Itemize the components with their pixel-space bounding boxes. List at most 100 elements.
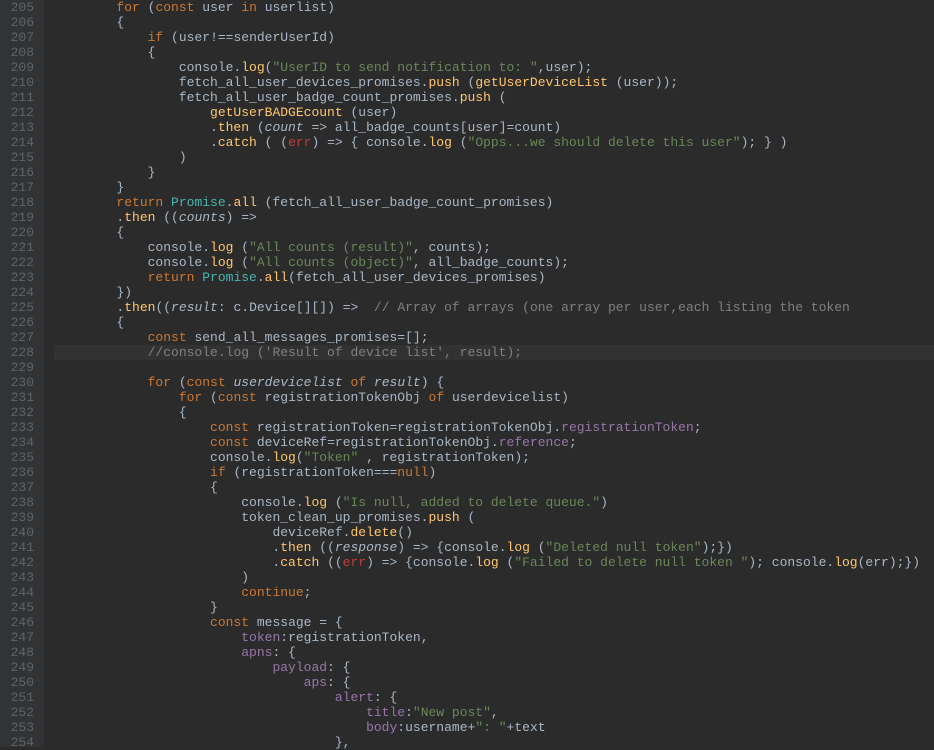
line-number: 237 xyxy=(8,480,34,495)
line-number: 206 xyxy=(8,15,34,30)
line-number: 227 xyxy=(8,330,34,345)
code-area[interactable]: for (const user in userlist) { if (user!… xyxy=(44,0,934,747)
line-number: 244 xyxy=(8,585,34,600)
line-number: 233 xyxy=(8,420,34,435)
line-number: 246 xyxy=(8,615,34,630)
code-line[interactable]: title:"New post", xyxy=(54,705,934,720)
line-number: 250 xyxy=(8,675,34,690)
code-line[interactable]: const send_all_messages_promises=[]; xyxy=(54,330,934,345)
code-line[interactable]: .then ((counts) => xyxy=(54,210,934,225)
line-number: 220 xyxy=(8,225,34,240)
line-number: 241 xyxy=(8,540,34,555)
line-number: 253 xyxy=(8,720,34,735)
line-number: 210 xyxy=(8,75,34,90)
code-line[interactable]: for (const user in userlist) xyxy=(54,0,934,15)
line-number: 224 xyxy=(8,285,34,300)
code-line[interactable]: if (user!==senderUserId) xyxy=(54,30,934,45)
line-number: 235 xyxy=(8,450,34,465)
code-line[interactable]: for (const registrationTokenObj of userd… xyxy=(54,390,934,405)
code-line[interactable]: deviceRef.delete() xyxy=(54,525,934,540)
code-line[interactable]: { xyxy=(54,315,934,330)
line-number: 229 xyxy=(8,360,34,375)
code-line[interactable]: apns: { xyxy=(54,645,934,660)
line-number: 239 xyxy=(8,510,34,525)
code-line[interactable]: .catch ((err) => {console.log ("Failed t… xyxy=(54,555,934,570)
code-line[interactable]: { xyxy=(54,225,934,240)
line-number: 236 xyxy=(8,465,34,480)
code-line[interactable]: getUserBADGEcount (user) xyxy=(54,105,934,120)
code-line[interactable]: for (const userdevicelist of result) { xyxy=(54,375,934,390)
code-line[interactable]: { xyxy=(54,15,934,30)
code-line[interactable]: body:username+": "+text xyxy=(54,720,934,735)
line-number: 221 xyxy=(8,240,34,255)
code-line[interactable]: return Promise.all (fetch_all_user_badge… xyxy=(54,195,934,210)
code-line[interactable]: aps: { xyxy=(54,675,934,690)
code-line[interactable]: alert: { xyxy=(54,690,934,705)
code-line[interactable]: .catch ( (err) => { console.log ("Opps..… xyxy=(54,135,934,150)
line-number: 218 xyxy=(8,195,34,210)
line-number: 247 xyxy=(8,630,34,645)
line-number: 243 xyxy=(8,570,34,585)
code-line[interactable]: } xyxy=(54,180,934,195)
line-number: 251 xyxy=(8,690,34,705)
code-line[interactable]: //console.log ('Result of device list', … xyxy=(54,345,934,360)
line-number: 225 xyxy=(8,300,34,315)
line-number: 219 xyxy=(8,210,34,225)
code-line[interactable]: console.log("UserID to send notification… xyxy=(54,60,934,75)
code-line[interactable]: console.log ("All counts (result)", coun… xyxy=(54,240,934,255)
line-number: 249 xyxy=(8,660,34,675)
code-line[interactable] xyxy=(54,360,934,375)
code-line[interactable]: ) xyxy=(54,150,934,165)
code-line[interactable]: { xyxy=(54,480,934,495)
line-number: 232 xyxy=(8,405,34,420)
code-line[interactable]: }) xyxy=(54,285,934,300)
line-number: 205 xyxy=(8,0,34,15)
line-number: 238 xyxy=(8,495,34,510)
line-number: 222 xyxy=(8,255,34,270)
code-line[interactable]: }, xyxy=(54,735,934,750)
code-line[interactable]: } xyxy=(54,600,934,615)
code-line[interactable]: token_clean_up_promises.push ( xyxy=(54,510,934,525)
code-line[interactable]: } xyxy=(54,165,934,180)
line-number: 216 xyxy=(8,165,34,180)
code-line[interactable]: { xyxy=(54,405,934,420)
code-line[interactable]: fetch_all_user_devices_promises.push (ge… xyxy=(54,75,934,90)
line-number: 254 xyxy=(8,735,34,750)
code-line[interactable]: const registrationToken=registrationToke… xyxy=(54,420,934,435)
code-line[interactable]: const message = { xyxy=(54,615,934,630)
line-number: 223 xyxy=(8,270,34,285)
line-number: 215 xyxy=(8,150,34,165)
line-number: 234 xyxy=(8,435,34,450)
code-line[interactable]: console.log("Token" , registrationToken)… xyxy=(54,450,934,465)
line-number: 214 xyxy=(8,135,34,150)
code-line[interactable]: if (registrationToken===null) xyxy=(54,465,934,480)
code-line[interactable]: token:registrationToken, xyxy=(54,630,934,645)
code-line[interactable]: ) xyxy=(54,570,934,585)
line-number: 212 xyxy=(8,105,34,120)
code-line[interactable]: return Promise.all(fetch_all_user_device… xyxy=(54,270,934,285)
code-line[interactable]: payload: { xyxy=(54,660,934,675)
code-line[interactable]: fetch_all_user_badge_count_promises.push… xyxy=(54,90,934,105)
code-line[interactable]: console.log ("Is null, added to delete q… xyxy=(54,495,934,510)
code-line[interactable]: continue; xyxy=(54,585,934,600)
line-number: 240 xyxy=(8,525,34,540)
line-number: 207 xyxy=(8,30,34,45)
code-editor: 2052062072082092102112122132142152162172… xyxy=(0,0,934,747)
line-number: 231 xyxy=(8,390,34,405)
line-number: 217 xyxy=(8,180,34,195)
code-line[interactable]: .then (count => all_badge_counts[user]=c… xyxy=(54,120,934,135)
line-number: 208 xyxy=(8,45,34,60)
code-line[interactable]: .then((result: c.Device[][]) => // Array… xyxy=(54,300,934,315)
line-number: 248 xyxy=(8,645,34,660)
code-line[interactable]: .then ((response) => {console.log ("Dele… xyxy=(54,540,934,555)
line-number: 245 xyxy=(8,600,34,615)
line-number: 209 xyxy=(8,60,34,75)
line-number: 242 xyxy=(8,555,34,570)
line-number: 211 xyxy=(8,90,34,105)
code-line[interactable]: const deviceRef=registrationTokenObj.ref… xyxy=(54,435,934,450)
line-number: 230 xyxy=(8,375,34,390)
code-line[interactable]: console.log ("All counts (object)", all_… xyxy=(54,255,934,270)
line-number: 252 xyxy=(8,705,34,720)
code-line[interactable]: { xyxy=(54,45,934,60)
line-number: 228 xyxy=(8,345,34,360)
